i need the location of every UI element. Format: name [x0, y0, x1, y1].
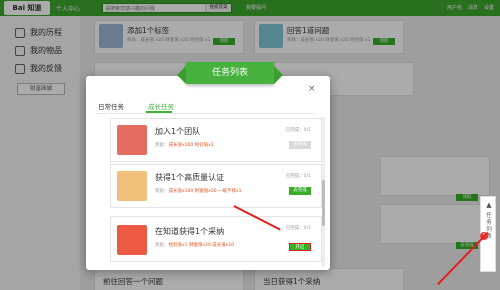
- task-name: 获得1个高质量认证: [155, 173, 225, 182]
- task-progress: 已完成：0/1: [285, 174, 311, 179]
- task-go-button[interactable]: 去完成: [289, 187, 311, 195]
- task-name: 加入1个团队: [155, 127, 201, 136]
- task-item: 在知道获得1个采纳 奖励：经验值x1 财富值x20 成长值x10 已完成：0/1…: [110, 216, 322, 262]
- close-icon[interactable]: ×: [308, 85, 316, 94]
- tab-growth[interactable]: 成长任务: [148, 101, 174, 111]
- modal-title: 任务列表: [177, 62, 283, 84]
- arrow-up-icon: ▲: [486, 201, 492, 209]
- task-item: 加入1个团队 奖励：成长值x100 经验值x1 已完成：0/1 去完成: [110, 118, 322, 162]
- task-progress: 已完成：0/1: [285, 226, 311, 231]
- team-badge-icon: [117, 125, 147, 155]
- task-reward: 奖励：经验值x1 财富值x20 成长值x10: [155, 243, 235, 248]
- task-reward: 奖励：成长值x100 财富值x50 一级不够x1: [155, 189, 242, 194]
- task-start-button[interactable]: 开启: [289, 243, 311, 251]
- tab-divider: [96, 113, 316, 114]
- task-go-button[interactable]: 去完成: [289, 141, 311, 149]
- scrollbar-thumb[interactable]: [322, 180, 325, 226]
- task-reward: 奖励：成长值x100 经验值x1: [155, 143, 214, 148]
- quality-medal-icon: [117, 171, 147, 201]
- task-name: 在知道获得1个采纳: [155, 227, 225, 236]
- task-progress: 已完成：0/1: [285, 128, 311, 133]
- tab-daily[interactable]: 日常任务: [98, 101, 124, 111]
- task-item: 获得1个高质量认证 奖励：成长值x100 财富值x50 一级不够x1 已完成：0…: [110, 164, 322, 208]
- flag-badge-icon: [117, 225, 147, 255]
